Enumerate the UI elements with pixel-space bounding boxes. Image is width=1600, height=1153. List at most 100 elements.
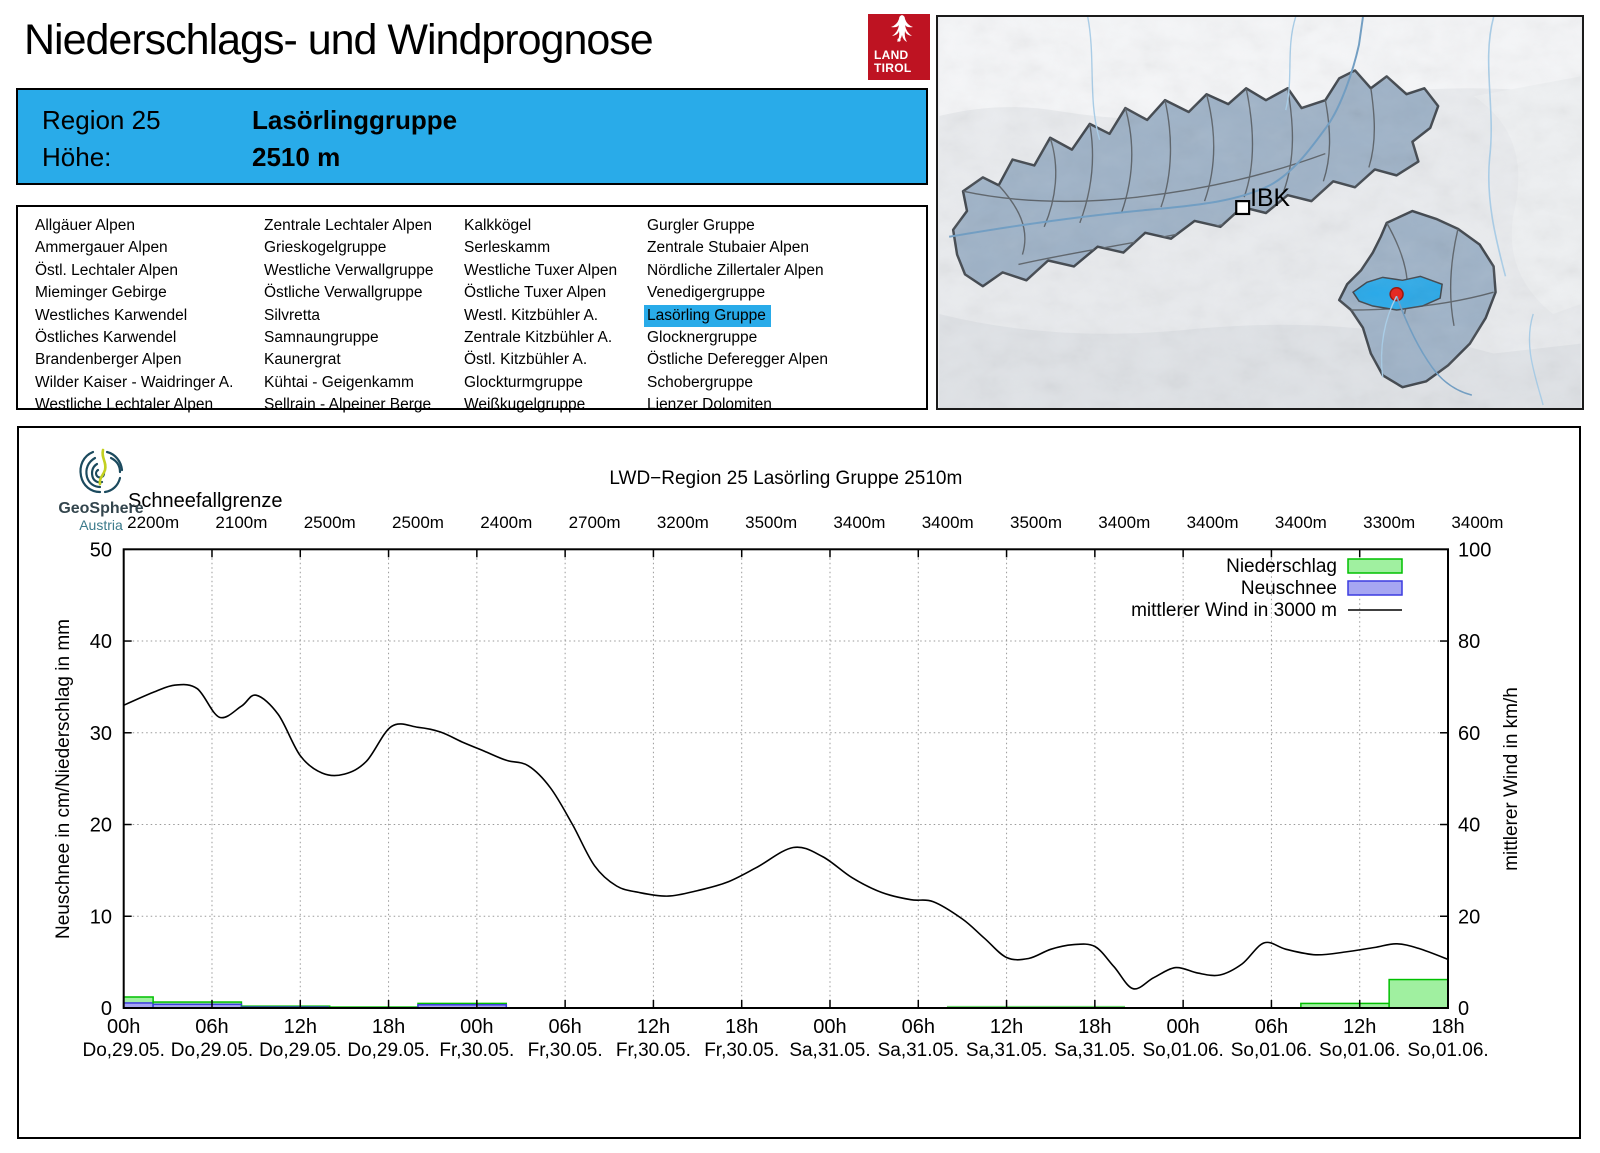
geosphere-logo-icon [79, 448, 124, 494]
region-list-item[interactable]: Sellrain - Alpeiner Berge [264, 394, 464, 416]
snowline-value: 2700m [569, 513, 621, 532]
region-info-box: Region 25 Lasörlinggruppe Höhe: 2510 m [16, 88, 928, 185]
region-list-column: Zentrale Lechtaler Alpen Grieskogelgruppe… [264, 215, 464, 413]
region-list-item[interactable]: Östl. Kitzbühler A. [464, 349, 647, 371]
x-date-label: Do,29.05. [171, 1040, 253, 1061]
region-list-item[interactable]: Allgäuer Alpen [35, 215, 264, 237]
region-list-item[interactable]: Westliche Verwallgruppe [264, 260, 464, 282]
tirol-map-image: IBK [939, 17, 1581, 408]
legend-swatch [1347, 580, 1403, 596]
region-list-item[interactable]: Westliche Lechtaler Alpen [35, 394, 264, 416]
region-list-column: Kalkkögel Serleskamm Westliche Tuxer Alpen… [464, 215, 647, 413]
region-list-item[interactable]: Östliches Karwendel [35, 327, 264, 349]
region-list-item[interactable]: Westl. Kitzbühler A. [464, 305, 647, 327]
x-date-label: Sa,31.05. [966, 1040, 1047, 1061]
tirol-map: IBK [936, 15, 1584, 410]
x-tick-label: 06h [1255, 1016, 1288, 1038]
snowline-value: 3200m [657, 513, 709, 532]
region-list-item[interactable]: Lasörling Gruppe [644, 304, 912, 328]
region-list-item[interactable]: Ammergauer Alpen [35, 237, 264, 259]
x-date-label: Sa,31.05. [789, 1040, 870, 1061]
y-right-tick-label: 20 [1458, 906, 1480, 928]
x-date-label: So,01.06. [1142, 1040, 1223, 1061]
region-list-item[interactable]: Westliches Karwendel [35, 305, 264, 327]
x-tick-label: 12h [1343, 1016, 1376, 1038]
region-list-item[interactable]: Weißkugelgruppe [464, 394, 647, 416]
legend-label: Neuschnee [1241, 578, 1337, 599]
snowline-value: 3500m [745, 513, 797, 532]
x-tick-label: 12h [284, 1016, 317, 1038]
y-right-axis-title: mittlerer Wind in km/h [1501, 687, 1522, 871]
region-list-item[interactable]: Brandenberger Alpen [35, 349, 264, 371]
snowline-value: 3400m [1187, 513, 1239, 532]
y-right-tick-label: 40 [1458, 815, 1480, 837]
region-list-item[interactable]: Nördliche Zillertaler Alpen [647, 260, 912, 282]
region-list-item[interactable]: Gurgler Gruppe [647, 215, 912, 237]
snowline-value: 2400m [480, 513, 532, 532]
region-list-item[interactable]: Zentrale Stubaier Alpen [647, 237, 912, 259]
region-list-item[interactable]: Glockturmgruppe [464, 372, 647, 394]
region-list-item[interactable]: Östliche Deferegger Alpen [647, 349, 912, 371]
snowline-value: 3400m [1451, 513, 1503, 532]
region-label: Region 25 [42, 105, 161, 135]
region-list-item[interactable]: Östl. Lechtaler Alpen [35, 260, 264, 282]
y-left-tick-label: 30 [90, 723, 112, 745]
chart-title: LWD−Region 25 Lasörling Gruppe 2510m [609, 468, 962, 489]
x-date-label: Fr,30.05. [704, 1040, 779, 1061]
region-list-item[interactable]: Kalkkögel [464, 215, 647, 237]
legend-label: mittlerer Wind in 3000 m [1131, 600, 1337, 621]
legend-label: Niederschlag [1226, 556, 1337, 577]
region-list-item[interactable]: Kaunergrat [264, 349, 464, 371]
forecast-chart-panel: LWD−Region 25 Lasörling Gruppe 2510m Schn… [16, 425, 1582, 1140]
region-list-item[interactable]: Silvretta [264, 305, 464, 327]
y-left-tick-label: 50 [90, 539, 112, 561]
x-date-label: Fr,30.05. [616, 1040, 691, 1061]
x-date-label: Sa,31.05. [1054, 1040, 1135, 1061]
region-list-item[interactable]: Kühtai - Geigenkamm [264, 372, 464, 394]
page-title: Niederschlags- und Windprognose [24, 16, 654, 64]
x-tick-label: 00h [813, 1016, 846, 1038]
land-tirol-logo: LAND TIROL [868, 14, 930, 80]
region-list-column: Gurgler Gruppe Zentrale Stubaier Alpen Nör… [644, 215, 912, 413]
region-list-item[interactable]: Samnaungruppe [264, 327, 464, 349]
y-left-tick-label: 40 [90, 631, 112, 653]
y-left-axis-title: Neuschnee in cm/Niederschlag in mm [53, 619, 74, 939]
precip-bars [122, 978, 1449, 1009]
snowline-value: 2500m [392, 513, 444, 532]
region-list-item[interactable]: Schobergruppe [647, 372, 912, 394]
region-list-item[interactable]: Zentrale Kitzbühler A. [464, 327, 647, 349]
geosphere-brand: GeoSphere Austria [26, 444, 176, 533]
snowline-value: 3400m [1275, 513, 1327, 532]
region-list-item[interactable]: Östliche Verwallgruppe [264, 282, 464, 304]
region-list-item[interactable]: Östliche Tuxer Alpen [464, 282, 647, 304]
x-date-label: So,01.06. [1319, 1040, 1400, 1061]
region-list-item[interactable]: Westliche Tuxer Alpen [464, 260, 647, 282]
region-list-item[interactable]: Wilder Kaiser - Waidringer A. [35, 372, 264, 394]
region-name: Lasörlinggruppe [252, 105, 458, 135]
snowline-value: 3400m [1098, 513, 1150, 532]
snowline-value: 3400m [833, 513, 885, 532]
wind-line [123, 683, 1449, 990]
x-tick-label: 18h [1431, 1016, 1464, 1038]
region-list-item[interactable]: Zentrale Lechtaler Alpen [264, 215, 464, 237]
logo-text-tirol: TIROL [874, 61, 912, 75]
region-list-item[interactable]: Mieminger Gebirge [35, 282, 264, 304]
snowline-value: 2500m [304, 513, 356, 532]
brand-country: Austria [79, 517, 123, 533]
map-ibk-marker [1235, 200, 1251, 216]
altitude-label: Höhe: [42, 142, 112, 172]
snowline-value: 3300m [1363, 513, 1415, 532]
x-date-label: Fr,30.05. [439, 1040, 514, 1061]
region-list-item[interactable]: Grieskogelgruppe [264, 237, 464, 259]
region-list-item[interactable]: Glocknergruppe [647, 327, 912, 349]
snowline-value: 3400m [922, 513, 974, 532]
region-list: Allgäuer Alpen Ammergauer Alpen Östl. Lech… [16, 205, 928, 413]
map-ibk-label: IBK [1250, 185, 1290, 212]
altitude-value: 2510 m [252, 142, 341, 172]
x-tick-label: 06h [195, 1016, 228, 1038]
region-list-item[interactable]: Venedigergruppe [647, 282, 912, 304]
region-list-item[interactable]: Lienzer Dolomiten [647, 394, 912, 416]
x-tick-label: 18h [372, 1016, 405, 1038]
x-date-label: Do,29.05. [82, 1040, 164, 1061]
region-list-item[interactable]: Serleskamm [464, 237, 647, 259]
